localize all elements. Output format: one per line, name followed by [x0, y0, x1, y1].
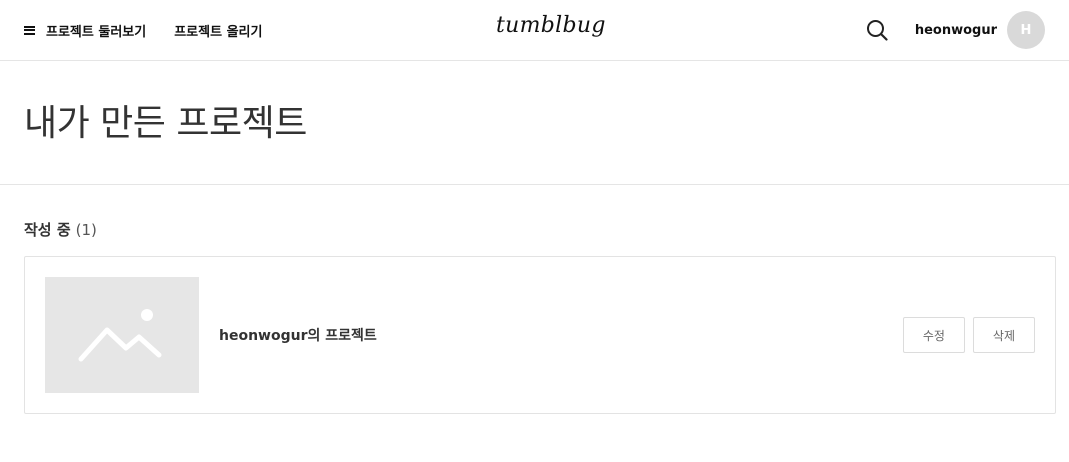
upload-project-label: 프로젝트 올리기 [174, 24, 263, 40]
project-thumbnail[interactable] [45, 277, 199, 393]
avatar[interactable]: H [1007, 11, 1045, 49]
upload-project-link[interactable]: 프로젝트 올리기 [174, 21, 262, 40]
search-icon[interactable] [866, 19, 888, 41]
project-name[interactable]: heonwogur의 프로젝트 [219, 325, 377, 345]
project-card: heonwogur의 프로젝트 수정 삭제 [24, 256, 1056, 414]
avatar-initial: H [1020, 22, 1032, 38]
page-title: 내가 만든 프로젝트 [24, 103, 307, 144]
browse-projects-label: 프로젝트 둘러보기 [46, 24, 147, 40]
image-placeholder-icon [78, 309, 162, 362]
project-actions: 수정 삭제 [902, 317, 1035, 353]
header-user-area: heonwogur H [866, 11, 1045, 49]
tumblbug-logo[interactable]: tumblbug [496, 13, 606, 38]
top-header: 프로젝트 둘러보기 프로젝트 올리기 tumblbug heonwogur H [0, 0, 1069, 61]
section-count: (1) [75, 221, 97, 239]
delete-button[interactable]: 삭제 [972, 317, 1035, 353]
page-title-area: 내가 만든 프로젝트 [0, 61, 1069, 185]
header-nav: 프로젝트 둘러보기 프로젝트 올리기 [24, 21, 262, 40]
username-link[interactable]: heonwogur [915, 23, 997, 38]
edit-button[interactable]: 수정 [902, 317, 965, 353]
section-label: 작성 중 [24, 221, 71, 239]
browse-projects-link[interactable]: 프로젝트 둘러보기 [24, 21, 146, 40]
menu-icon [24, 25, 35, 35]
in-progress-section: 작성 중 (1) heonwogur의 프로젝트 수정 삭제 [0, 185, 1069, 414]
section-heading: 작성 중 (1) [24, 219, 1055, 240]
